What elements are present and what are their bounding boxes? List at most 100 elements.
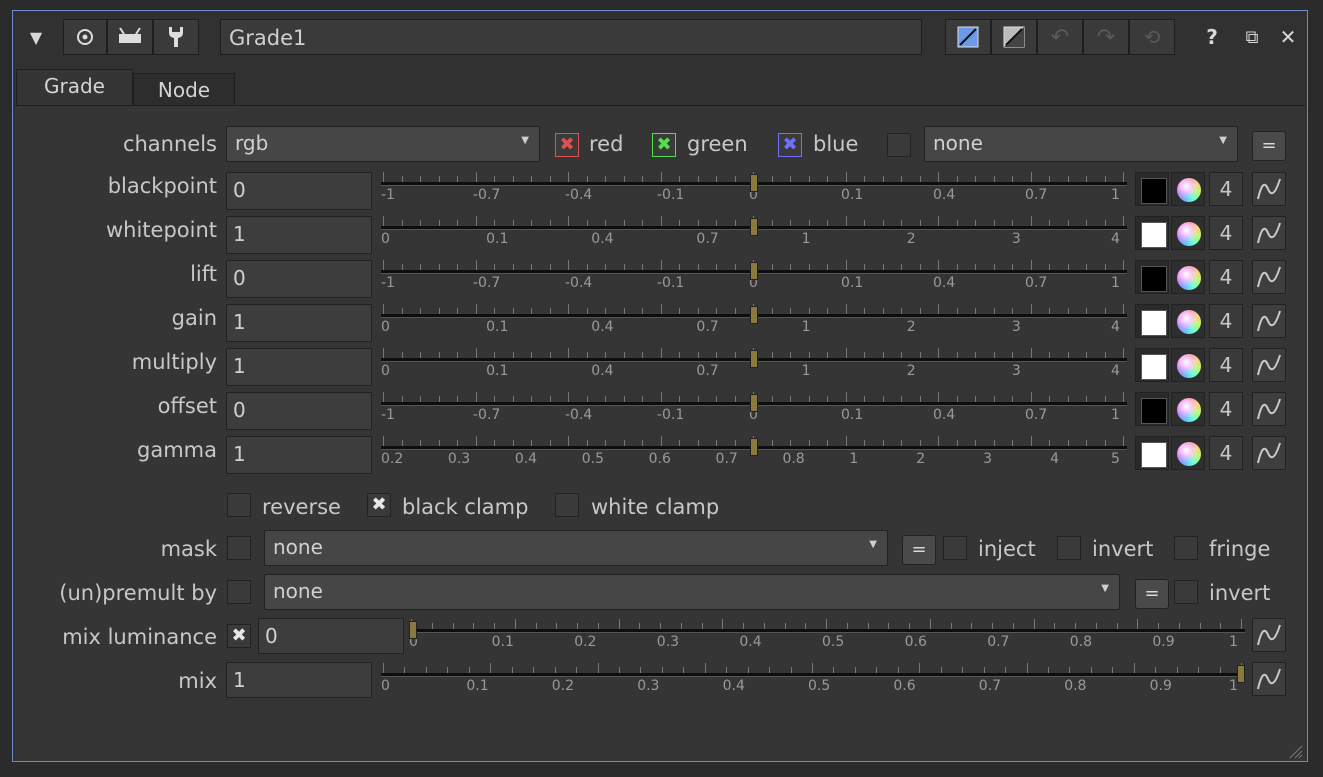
param-value-field[interactable]: 1 <box>226 348 372 386</box>
param-slider[interactable]: 0.2 0.3 0.4 0.5 0.6 0.7 0.8 1 2 3 4 5 <box>381 432 1127 468</box>
slider-handle[interactable] <box>750 262 758 280</box>
param-slider[interactable]: 0 0.1 0.4 0.7 1 2 3 4 <box>381 212 1127 248</box>
mix-luminance-checkbox[interactable]: ✖ <box>227 624 251 648</box>
float-button[interactable]: ⧉ <box>1235 19 1269 55</box>
param-value-field[interactable]: 1 <box>226 216 372 254</box>
animation-button[interactable] <box>1252 392 1286 426</box>
extra-channel-dropdown[interactable]: none ▼ <box>924 126 1238 162</box>
param-value-field[interactable]: 1 <box>226 436 372 474</box>
color-b-button[interactable] <box>991 19 1037 55</box>
animation-button[interactable] <box>1252 216 1286 250</box>
settings-button[interactable] <box>153 19 199 55</box>
mix-field[interactable]: 1 <box>226 662 372 698</box>
param-slider[interactable]: -1 -0.7 -0.4 -0.1 0 0.1 0.4 0.7 1 <box>381 168 1127 204</box>
mix-animation-button[interactable] <box>1252 662 1286 696</box>
color-swatch-button[interactable] <box>1135 216 1169 250</box>
param-slider[interactable]: -1 -0.7 -0.4 -0.1 0 0.1 0.4 0.7 1 <box>381 388 1127 424</box>
input-button[interactable] <box>107 19 153 55</box>
slider-handle[interactable] <box>750 350 758 368</box>
animation-button[interactable] <box>1252 304 1286 338</box>
resize-grip-icon[interactable] <box>1287 743 1303 759</box>
extra-channel-checkbox[interactable] <box>887 133 911 157</box>
color-swatch-button[interactable] <box>1135 348 1169 382</box>
premult-checkbox[interactable] <box>227 580 251 604</box>
slider-handle[interactable] <box>409 621 417 639</box>
color-wheel-button[interactable] <box>1171 348 1205 382</box>
animation-button[interactable] <box>1252 172 1286 206</box>
mix-slider[interactable]: 0 0.1 0.2 0.3 0.4 0.5 0.6 0.7 0.8 0.9 1 <box>381 659 1245 695</box>
center-node-button[interactable] <box>63 19 107 55</box>
blue-checkbox[interactable]: ✖ <box>778 133 802 157</box>
mask-link-button[interactable]: = <box>902 535 936 565</box>
premult-link-button[interactable]: = <box>1135 579 1169 609</box>
color-wheel-button[interactable] <box>1171 172 1205 206</box>
mix-luminance-animation-button[interactable] <box>1252 618 1286 652</box>
reverse-checkbox[interactable] <box>227 493 251 517</box>
animation-button[interactable] <box>1252 348 1286 382</box>
mask-invert-checkbox[interactable] <box>1057 536 1081 560</box>
channel-split-button[interactable]: 4 <box>1209 216 1243 250</box>
slider-minor-tick <box>383 392 384 402</box>
color-swatch-button[interactable] <box>1135 436 1169 470</box>
slider-tick-label: 0.4 <box>739 634 762 650</box>
slider-handle[interactable] <box>750 394 758 412</box>
param-slider[interactable]: 0 0.1 0.4 0.7 1 2 3 4 <box>381 344 1127 380</box>
color-swatch-button[interactable] <box>1135 392 1169 426</box>
slider-handle[interactable] <box>750 306 758 324</box>
slider-tick-label: 0.4 <box>514 451 538 467</box>
color-wheel-button[interactable] <box>1171 304 1205 338</box>
animation-button[interactable] <box>1252 436 1286 470</box>
slider-handle[interactable] <box>750 174 758 192</box>
channel-split-button[interactable]: 4 <box>1209 260 1243 294</box>
channel-split-button[interactable]: 4 <box>1209 348 1243 382</box>
black-clamp-checkbox[interactable]: ✖ <box>367 493 391 517</box>
collapse-triangle-icon[interactable]: ▼ <box>19 19 53 55</box>
param-value-field[interactable]: 0 <box>226 392 372 430</box>
color-swatch-button[interactable] <box>1135 172 1169 206</box>
help-button[interactable]: ? <box>1195 19 1229 55</box>
fringe-checkbox[interactable] <box>1174 536 1198 560</box>
color-swatch-button[interactable] <box>1135 260 1169 294</box>
close-button[interactable]: ✕ <box>1273 19 1303 55</box>
redo-button[interactable]: ↷ <box>1083 19 1129 55</box>
channel-split-button[interactable]: 4 <box>1209 436 1243 470</box>
channel-split-button[interactable]: 4 <box>1209 172 1243 206</box>
channel-split-button[interactable]: 4 <box>1209 392 1243 426</box>
slider-minor-tick <box>660 260 662 270</box>
channels-dropdown[interactable]: rgb ▼ <box>226 126 540 162</box>
channel-split-button[interactable]: 4 <box>1209 304 1243 338</box>
param-slider[interactable]: -1 -0.7 -0.4 -0.1 0 0.1 0.4 0.7 1 <box>381 256 1127 292</box>
tab-grade[interactable]: Grade <box>16 69 133 105</box>
color-wheel-button[interactable] <box>1171 260 1205 294</box>
inject-checkbox[interactable] <box>943 536 967 560</box>
param-value-field[interactable]: 0 <box>226 260 372 298</box>
slider-handle[interactable] <box>750 218 758 236</box>
param-value-field[interactable]: 0 <box>226 172 372 210</box>
color-wheel-button[interactable] <box>1171 392 1205 426</box>
color-wheel-button[interactable] <box>1171 436 1205 470</box>
color-a-button[interactable] <box>945 19 991 55</box>
slider-handle[interactable] <box>1237 665 1245 683</box>
mask-checkbox[interactable] <box>227 536 251 560</box>
tab-node[interactable]: Node <box>133 73 235 105</box>
color-swatch-button[interactable] <box>1135 304 1169 338</box>
mix-luminance-field[interactable]: 0 <box>258 618 404 654</box>
channels-link-button[interactable]: = <box>1252 131 1286 161</box>
revert-icon: ⟲ <box>1143 25 1161 49</box>
green-checkbox[interactable]: ✖ <box>652 133 676 157</box>
mask-dropdown[interactable]: none ▼ <box>264 530 888 566</box>
revert-button[interactable]: ⟲ <box>1129 19 1175 55</box>
white-clamp-checkbox[interactable] <box>555 493 579 517</box>
animation-button[interactable] <box>1252 260 1286 294</box>
premult-invert-checkbox[interactable] <box>1174 580 1198 604</box>
color-wheel-button[interactable] <box>1171 216 1205 250</box>
premult-dropdown[interactable]: none ▼ <box>264 574 1120 610</box>
undo-button[interactable]: ↶ <box>1037 19 1083 55</box>
param-slider[interactable]: 0 0.1 0.4 0.7 1 2 3 4 <box>381 300 1127 336</box>
slider-handle[interactable] <box>750 438 758 456</box>
slider-minor-tick <box>1030 436 1032 446</box>
mix-luminance-slider[interactable]: 0 0.1 0.2 0.3 0.4 0.5 0.6 0.7 0.8 0.9 1 <box>409 615 1245 651</box>
node-name-field[interactable]: Grade1 <box>220 19 922 55</box>
red-checkbox[interactable]: ✖ <box>555 133 579 157</box>
param-value-field[interactable]: 1 <box>226 304 372 342</box>
